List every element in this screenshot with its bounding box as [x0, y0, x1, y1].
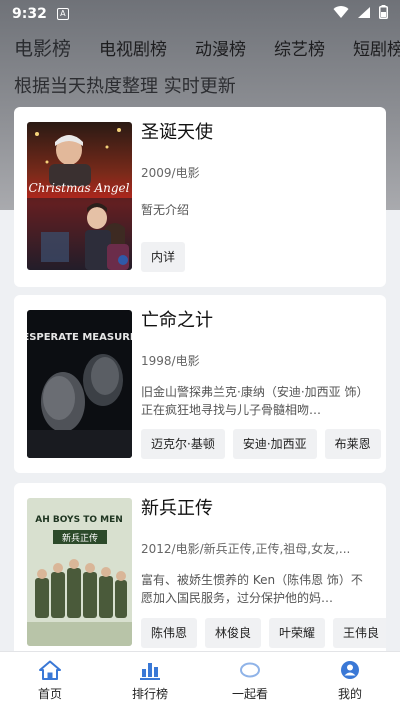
tab-anime[interactable]: 动漫榜	[181, 35, 260, 60]
movie-description: 富有、被娇生惯养的 Ken（陈伟恩 饰）不愿加入国民服务，过分保护他的妈…	[141, 573, 363, 605]
wifi-icon	[333, 5, 349, 23]
poster-headline: DESPERATE MEASURES	[27, 332, 132, 343]
movie-title[interactable]: 亡命之计	[141, 307, 386, 335]
movie-poster[interactable]: AH BOYS TO MEN 新兵正传	[27, 498, 132, 646]
movie-meta: 2012/电影/新兵正传,正传,祖母,女友,...	[141, 542, 351, 556]
battery-icon	[379, 5, 388, 23]
notification-icon: A	[56, 8, 69, 20]
movie-card[interactable]: Christmas Angel 圣诞天使 2009/电影 暂无介绍 内详	[14, 107, 386, 287]
movie-title[interactable]: 圣诞天使	[141, 119, 386, 147]
list-subtitle: 根据当天热度整理 实时更新	[14, 76, 236, 97]
nav-profile-label: 我的	[337, 687, 362, 701]
nav-watch-together-label: 一起看	[231, 687, 268, 701]
home-icon	[38, 659, 62, 681]
nav-profile[interactable]: 我的	[300, 652, 400, 710]
watch-together-icon	[238, 659, 262, 681]
movie-poster[interactable]: DESPERATE MEASURES	[27, 310, 132, 458]
movie-meta: 2009/电影	[141, 166, 200, 180]
movie-meta: 1998/电影	[141, 354, 200, 368]
cast-chip[interactable]: 内详	[141, 242, 186, 272]
movie-description: 旧金山警探弗兰克·康纳（安迪·加西亚 饰）正在疯狂地寻找与儿子骨髓相吻…	[141, 385, 369, 417]
cast-chip[interactable]: 林俊良	[205, 618, 262, 648]
cast-chip[interactable]: 迈克尔·基顿	[141, 429, 225, 459]
poster-headline: AH BOYS TO MEN	[35, 515, 123, 525]
poster-headline: Christmas Angel	[29, 181, 130, 195]
poster-subtitle: 新兵正传	[62, 532, 98, 544]
profile-icon	[338, 659, 362, 681]
nav-home-label: 首页	[37, 687, 62, 701]
nav-home[interactable]: 首页	[0, 652, 100, 710]
cast-chip[interactable]: 陈伟恩	[141, 618, 198, 648]
cast-chips: 陈伟恩 林俊良 叶荣耀 王伟良	[141, 618, 386, 648]
movie-card[interactable]: DESPERATE MEASURES 亡命之计 1998/电影 旧金山警探弗兰克…	[14, 295, 386, 473]
cast-chips: 内详	[141, 242, 386, 272]
cast-chip[interactable]: 布莱恩	[324, 429, 381, 459]
movie-title[interactable]: 新兵正传	[141, 495, 386, 523]
status-time: 9:32	[12, 6, 47, 22]
status-bar: 9:32 A	[0, 0, 400, 28]
cast-chip[interactable]: 安迪·加西亚	[232, 429, 317, 459]
bar-chart-icon	[138, 659, 162, 681]
nav-ranking[interactable]: 排行榜	[100, 652, 200, 710]
nav-ranking-label: 排行榜	[131, 687, 168, 701]
nav-watch-together[interactable]: 一起看	[200, 652, 300, 710]
movie-poster[interactable]: Christmas Angel	[27, 122, 132, 270]
tab-variety[interactable]: 综艺榜	[260, 35, 339, 60]
cast-chips: 迈克尔·基顿 安迪·加西亚 布莱恩	[141, 429, 386, 459]
category-tabs: 电影榜 电视剧榜 动漫榜 综艺榜 短剧榜	[0, 30, 400, 64]
movie-description: 暂无介绍	[141, 203, 190, 217]
cast-chip[interactable]: 叶荣耀	[269, 618, 326, 648]
tab-movies[interactable]: 电影榜	[0, 34, 85, 61]
tab-short-drama[interactable]: 短剧榜	[339, 35, 400, 60]
bottom-navigation: 首页 排行榜 一起看 我的	[0, 651, 400, 710]
tab-tv-series[interactable]: 电视剧榜	[85, 35, 181, 60]
signal-icon	[357, 6, 371, 23]
cast-chip[interactable]: 王伟良	[333, 618, 386, 648]
